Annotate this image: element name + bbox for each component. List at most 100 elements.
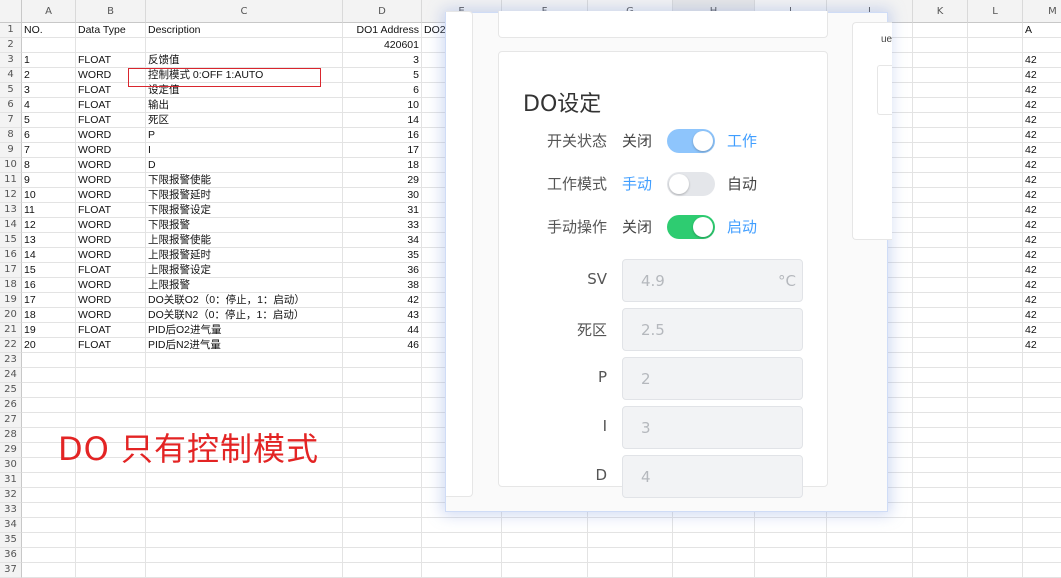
cell-a[interactable] [22, 488, 76, 503]
cell-k[interactable] [913, 413, 968, 428]
cell-m[interactable]: 42 [1023, 338, 1061, 353]
cell-a[interactable] [22, 38, 76, 53]
cell-k[interactable] [913, 518, 968, 533]
cell-l[interactable] [968, 308, 1023, 323]
cell-l[interactable] [968, 353, 1023, 368]
cell-b[interactable] [76, 488, 146, 503]
cell-a[interactable]: 8 [22, 158, 76, 173]
cell-k[interactable] [913, 338, 968, 353]
cell-c[interactable]: I [146, 143, 343, 158]
row-number[interactable]: 4 [0, 68, 22, 83]
cell-b[interactable]: WORD [76, 293, 146, 308]
row-number[interactable]: 5 [0, 83, 22, 98]
cell-j[interactable] [827, 533, 913, 548]
cell-l[interactable] [968, 443, 1023, 458]
cell-m[interactable] [1023, 473, 1061, 488]
cell-c[interactable]: 上限报警延时 [146, 248, 343, 263]
cell-c[interactable]: 设定值 [146, 83, 343, 98]
cell-a[interactable]: 1 [22, 53, 76, 68]
cell-b[interactable] [76, 398, 146, 413]
cell-d[interactable] [343, 383, 422, 398]
cell-m[interactable]: A [1023, 23, 1061, 38]
row-number[interactable]: 19 [0, 293, 22, 308]
cell-m[interactable]: 42 [1023, 113, 1061, 128]
cell-i[interactable] [755, 518, 827, 533]
cell-b[interactable]: WORD [76, 233, 146, 248]
cell-m[interactable]: 42 [1023, 143, 1061, 158]
row-number[interactable]: 7 [0, 113, 22, 128]
cell-d[interactable] [343, 413, 422, 428]
cell-h[interactable] [673, 518, 755, 533]
cell-m[interactable] [1023, 518, 1061, 533]
cell-a[interactable]: 6 [22, 128, 76, 143]
cell-d[interactable] [343, 428, 422, 443]
cell-b[interactable] [76, 38, 146, 53]
cell-d[interactable] [343, 473, 422, 488]
cell-a[interactable] [22, 353, 76, 368]
cell-m[interactable] [1023, 398, 1061, 413]
cell-a[interactable]: 19 [22, 323, 76, 338]
cell-m[interactable] [1023, 488, 1061, 503]
cell-d[interactable]: 29 [343, 173, 422, 188]
cell-c[interactable]: DO关联N2（0：停止，1：启动） [146, 308, 343, 323]
cell-d[interactable]: 44 [343, 323, 422, 338]
cell-a[interactable] [22, 518, 76, 533]
cell-c[interactable]: 下限报警设定 [146, 203, 343, 218]
cell-k[interactable] [913, 503, 968, 518]
cell-a[interactable]: 4 [22, 98, 76, 113]
cell-a[interactable]: 18 [22, 308, 76, 323]
cell-l[interactable] [968, 263, 1023, 278]
cell-c[interactable]: PID后O2进气量 [146, 323, 343, 338]
cell-k[interactable] [913, 458, 968, 473]
cell-m[interactable] [1023, 533, 1061, 548]
cell-a[interactable]: 12 [22, 218, 76, 233]
cell-m[interactable] [1023, 383, 1061, 398]
cell-c[interactable]: 下限报警 [146, 218, 343, 233]
cell-e[interactable] [422, 533, 502, 548]
cell-b[interactable] [76, 518, 146, 533]
cell-k[interactable] [913, 143, 968, 158]
cell-m[interactable]: 42 [1023, 233, 1061, 248]
cell-a[interactable] [22, 548, 76, 563]
cell-k[interactable] [913, 38, 968, 53]
select-all-corner[interactable] [0, 0, 22, 23]
cell-k[interactable] [913, 68, 968, 83]
right-card-input[interactable] [877, 65, 892, 115]
field-input[interactable]: 3 [622, 406, 803, 449]
cell-l[interactable] [968, 83, 1023, 98]
cell-b[interactable]: FLOAT [76, 53, 146, 68]
row-number[interactable]: 21 [0, 323, 22, 338]
cell-b[interactable]: FLOAT [76, 203, 146, 218]
cell-g[interactable] [588, 518, 673, 533]
cell-b[interactable]: WORD [76, 188, 146, 203]
row-number[interactable]: 23 [0, 353, 22, 368]
cell-m[interactable]: 42 [1023, 53, 1061, 68]
cell-b[interactable]: WORD [76, 68, 146, 83]
cell-l[interactable] [968, 38, 1023, 53]
cell-c[interactable] [146, 368, 343, 383]
cell-b[interactable]: WORD [76, 173, 146, 188]
cell-m[interactable] [1023, 548, 1061, 563]
cell-j[interactable] [827, 518, 913, 533]
cell-c[interactable]: 上限报警设定 [146, 263, 343, 278]
cell-l[interactable] [968, 473, 1023, 488]
cell-k[interactable] [913, 203, 968, 218]
cell-k[interactable] [913, 323, 968, 338]
cell-e[interactable] [422, 548, 502, 563]
cell-g[interactable] [588, 533, 673, 548]
cell-b[interactable] [76, 548, 146, 563]
cell-d[interactable]: 18 [343, 158, 422, 173]
cell-h[interactable] [673, 533, 755, 548]
cell-a[interactable] [22, 503, 76, 518]
cell-j[interactable] [827, 548, 913, 563]
cell-c[interactable]: 上限报警使能 [146, 233, 343, 248]
cell-k[interactable] [913, 533, 968, 548]
cell-d[interactable] [343, 353, 422, 368]
cell-k[interactable] [913, 83, 968, 98]
cell-d[interactable]: 38 [343, 278, 422, 293]
cell-m[interactable] [1023, 458, 1061, 473]
cell-c[interactable] [146, 503, 343, 518]
cell-c[interactable]: Description [146, 23, 343, 38]
cell-k[interactable] [913, 383, 968, 398]
cell-b[interactable]: WORD [76, 143, 146, 158]
